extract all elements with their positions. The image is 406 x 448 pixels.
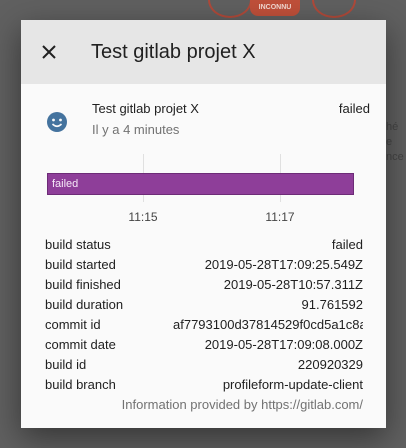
background-badge: INCONNU [250, 0, 300, 16]
dialog-header: Test gitlab projet X [21, 20, 386, 84]
state-value: failed [338, 101, 370, 116]
attribute-value: 2019-05-28T17:09:25.549Z [204, 257, 363, 272]
state-summary[interactable]: Test gitlab projet X Il y a 4 minutes fa… [21, 84, 386, 154]
attributes-list: build status failed build started 2019-0… [45, 235, 363, 415]
attribute-row: build finished 2019-05-28T10:57.311Z [45, 275, 363, 295]
last-changed: Il y a 4 minutes [92, 122, 180, 137]
entity-name: Test gitlab projet X [92, 101, 199, 116]
history-timeline: failed 11:15 11:17 [47, 154, 354, 224]
attribute-value: af7793100d37814529f0cd5a1c8a95 [173, 317, 363, 332]
attribute-key: commit date [45, 337, 116, 352]
attribute-value: 220920329 [297, 357, 363, 372]
attribute-value: 2019-05-28T10:57.311Z [223, 277, 363, 292]
timeline-tick-label: 11:17 [265, 210, 295, 224]
entity-dialog: Test gitlab projet X Test gitlab projet … [21, 20, 386, 428]
dialog-title: Test gitlab projet X [91, 40, 256, 63]
background-side-text: hé e nce [386, 121, 404, 163]
attribute-row: build status failed [45, 235, 363, 255]
attribute-value: 2019-05-28T17:09:08.000Z [204, 337, 363, 352]
timeline-tick-label: 11:15 [128, 210, 158, 224]
smiley-icon [47, 112, 67, 132]
attribute-key: build finished [45, 277, 121, 292]
background-circle [312, 0, 356, 18]
attribute-key: build started [45, 257, 116, 272]
close-button[interactable] [21, 20, 77, 84]
attribution-text: Information provided by https://gitlab.c… [121, 397, 363, 412]
attribute-row: build id 220920329 [45, 355, 363, 375]
attribute-key: commit id [45, 317, 101, 332]
attribute-row: build duration 91.761592 [45, 295, 363, 315]
attribute-row: build branch profileform-update-client [45, 375, 363, 395]
close-icon [42, 45, 56, 59]
attribute-row: commit id af7793100d37814529f0cd5a1c8a95 [45, 315, 363, 335]
background-circle [208, 0, 252, 18]
timeline-bar[interactable]: failed [48, 174, 353, 194]
attribute-value: failed [331, 237, 363, 252]
attribute-key: build branch [45, 377, 116, 392]
attribute-key: build status [45, 237, 111, 252]
attribute-value: profileform-update-client [222, 377, 363, 392]
attribute-key: build duration [45, 297, 124, 312]
attribute-row: build started 2019-05-28T17:09:25.549Z [45, 255, 363, 275]
attribute-key: build id [45, 357, 87, 372]
attribute-value: 91.761592 [301, 297, 363, 312]
attribute-row: commit date 2019-05-28T17:09:08.000Z [45, 335, 363, 355]
